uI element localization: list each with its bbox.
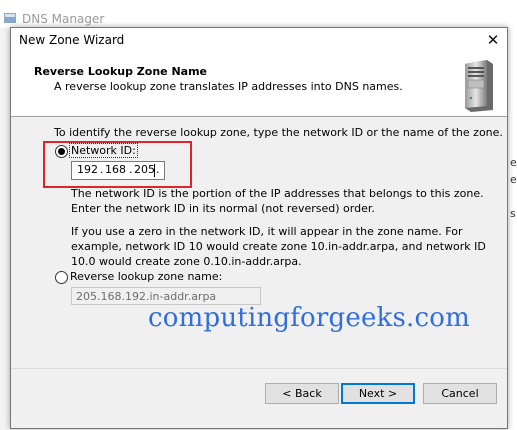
dns-manager-app-icon [4,13,16,23]
footer-divider [11,368,507,369]
cancel-button[interactable]: Cancel [423,383,497,404]
background-text-fragment: e [510,173,517,186]
reverse-zone-name-radio[interactable] [55,271,68,284]
next-button[interactable]: Next > [341,383,415,404]
ip-dot: . [129,163,133,176]
network-id-radio[interactable] [55,145,68,158]
close-button[interactable]: ✕ [479,28,507,54]
close-icon: ✕ [486,31,500,49]
reverse-zone-name-label[interactable]: Reverse lookup zone name: [70,270,222,283]
network-id-description: The network ID is the portion of the IP … [71,187,484,215]
header-subtitle: A reverse lookup zone translates IP addr… [54,80,403,93]
dialog-titlebar[interactable]: New Zone Wizard ✕ [11,28,507,54]
zero-network-id-note: If you use a zero in the network ID, it … [71,225,486,268]
back-button[interactable]: < Back [265,383,339,404]
network-id-input[interactable]: 192 . 168 . 205 . [71,161,165,180]
background-text-fragment: e [510,156,517,169]
background-text-fragment: s [510,207,516,220]
header-title: Reverse Lookup Zone Name [34,65,208,78]
dns-manager-titlebar: DNS Manager [0,0,517,28]
new-zone-wizard-dialog: New Zone Wizard ✕ Reverse Lookup Zone Na… [10,27,508,429]
text-caret [154,164,155,177]
watermark-text: computingforgeeks.com [148,303,470,333]
dialog-title: New Zone Wizard [19,33,125,47]
ip-octet-2[interactable]: 168 [105,163,126,176]
server-icon [465,60,493,112]
wizard-header: Reverse Lookup Zone Name A reverse looku… [11,54,507,117]
ip-octet-3[interactable]: 205 [134,163,155,176]
ip-dot: . [100,163,104,176]
ip-octet-1[interactable]: 192 [77,163,98,176]
instruction-text: To identify the reverse lookup zone, typ… [54,126,503,139]
ip-dot: . [156,163,160,176]
dns-manager-title: DNS Manager [22,12,105,26]
network-id-label[interactable]: Network ID: [69,143,138,158]
dns-manager-left-pane [0,28,10,430]
